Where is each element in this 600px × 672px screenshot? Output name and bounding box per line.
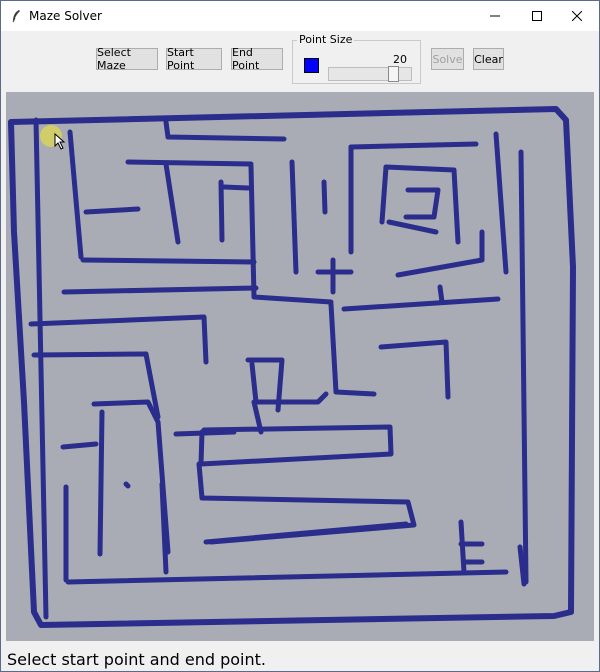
clear-button[interactable]: Clear	[473, 48, 504, 70]
close-icon	[572, 11, 582, 21]
maximize-button[interactable]	[517, 1, 557, 31]
point-size-slider-thumb[interactable]	[388, 66, 399, 82]
start-point-button[interactable]: Start Point	[166, 46, 222, 72]
title-bar: Maze Solver	[1, 1, 599, 31]
feather-icon	[12, 10, 20, 23]
minimize-button[interactable]	[475, 1, 515, 31]
close-button[interactable]	[557, 1, 597, 31]
app-window: Maze Solver Select Maze Start Point End …	[0, 0, 600, 672]
point-size-label: Point Size	[297, 33, 355, 46]
maze-walls	[8, 106, 576, 628]
select-maze-button[interactable]: Select Maze	[96, 46, 158, 72]
point-color-swatch	[304, 58, 319, 73]
window-title: Maze Solver	[29, 9, 102, 23]
point-size-slider[interactable]	[328, 67, 412, 81]
point-size-value: 20	[393, 53, 407, 66]
maximize-icon	[532, 11, 542, 21]
solve-button[interactable]: Solve	[431, 48, 464, 70]
status-message: Select start point and end point.	[7, 650, 266, 669]
maze-canvas[interactable]	[6, 92, 594, 641]
toolbar: Select Maze Start Point End Point Point …	[1, 31, 599, 91]
end-point-button[interactable]: End Point	[231, 46, 283, 72]
minimize-icon	[490, 15, 500, 17]
maze-image	[8, 106, 576, 628]
